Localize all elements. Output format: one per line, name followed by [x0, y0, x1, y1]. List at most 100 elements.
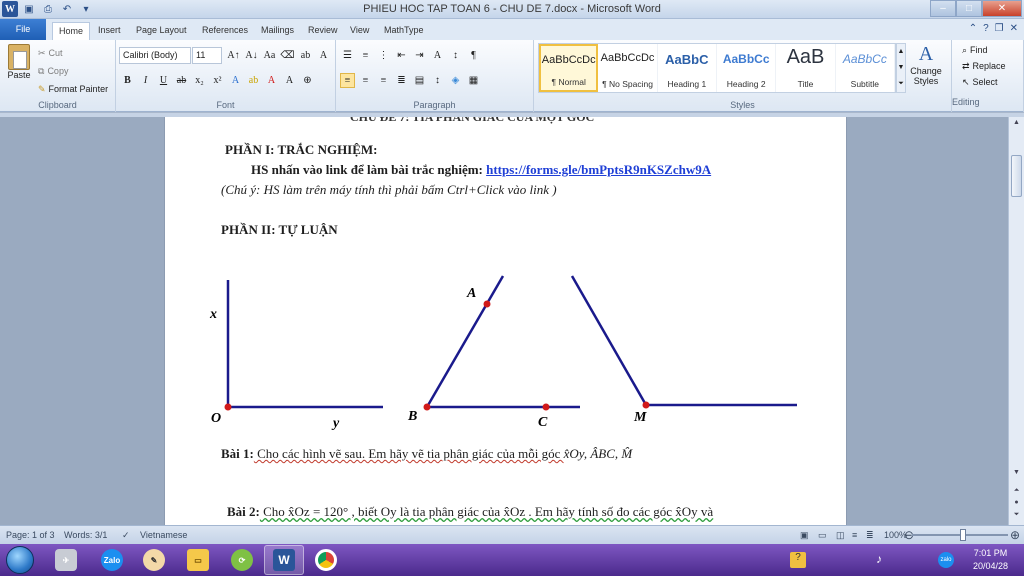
font-color-icon[interactable]: A	[264, 73, 279, 88]
tab-review[interactable]: Review	[302, 22, 344, 40]
page-count[interactable]: Page: 1 of 3	[6, 530, 55, 540]
grow-font-icon[interactable]: A↑	[226, 48, 241, 63]
help-icon[interactable]: ?	[983, 23, 989, 34]
font-name-select[interactable]: Calibri (Body)	[119, 47, 191, 64]
align-left-icon[interactable]: ≡	[340, 73, 355, 88]
print-layout-icon[interactable]: ▣	[800, 530, 809, 541]
style-heading-1[interactable]: AaBbC Heading 1	[658, 44, 718, 92]
minimize-button[interactable]: –	[930, 0, 956, 17]
multilevel-list-icon[interactable]: ⋮	[376, 48, 391, 63]
doc-close-icon[interactable]: ✕	[1010, 23, 1018, 34]
bullets-icon[interactable]: ☰	[340, 48, 355, 63]
sort-icon[interactable]: ↕	[448, 48, 463, 63]
subscript-icon[interactable]: x₂	[192, 73, 207, 88]
change-styles-button[interactable]: A Change Styles	[906, 43, 946, 86]
ray-m-upper	[570, 275, 648, 406]
taskbar-app-chrome[interactable]	[306, 545, 346, 575]
web-layout-icon[interactable]: ◫	[836, 530, 845, 541]
tab-view[interactable]: View	[344, 22, 375, 40]
copy-button[interactable]: ⧉ Copy	[38, 62, 108, 80]
scroll-down-icon[interactable]: ▼	[1011, 469, 1022, 480]
find-button[interactable]: ⌕ Find	[962, 42, 1023, 58]
clear-format-icon[interactable]: ⌫	[280, 48, 295, 63]
browse-object-icon[interactable]: ●	[1011, 499, 1022, 510]
close-button[interactable]: ✕	[982, 0, 1022, 17]
scroll-up-icon[interactable]: ▲	[1011, 119, 1022, 130]
word-count[interactable]: Words: 3/1	[64, 530, 107, 540]
shrink-font-icon[interactable]: A↓	[244, 48, 259, 63]
taskbar-app-folder[interactable]: ▭	[178, 545, 218, 575]
outline-icon[interactable]: ≡	[852, 530, 857, 540]
taskbar-app-zalo[interactable]: Zalo	[92, 545, 132, 575]
borders-icon[interactable]: ▦	[466, 73, 481, 88]
enclose-char-icon[interactable]: ⊕	[300, 73, 315, 88]
document-page[interactable]: CHỦ ĐỀ 7: TIA PHÂN GIÁC CỦA MỘT GÓC PHẦN…	[164, 117, 847, 525]
strikethrough-icon[interactable]: ab	[174, 73, 189, 88]
minimize-ribbon-icon[interactable]: ⌃	[969, 23, 977, 34]
clock[interactable]: 7:01 PM 20/04/28	[973, 547, 1008, 573]
shading-icon[interactable]: ◈	[448, 73, 463, 88]
vertical-scrollbar[interactable]: ▲ ▼ ⏶ ● ⏷	[1008, 117, 1024, 525]
line-spacing-icon[interactable]: ↕	[430, 73, 445, 88]
start-button[interactable]	[6, 546, 34, 574]
increase-indent-icon[interactable]: ⇥	[412, 48, 427, 63]
scroll-thumb[interactable]	[1011, 155, 1022, 197]
change-case-icon[interactable]: Aa	[262, 48, 277, 63]
style-no-spacing[interactable]: AaBbCcDc ¶ No Spacing	[598, 44, 658, 92]
distributed-icon[interactable]: ▤	[412, 73, 427, 88]
asian-layout-icon[interactable]: A	[430, 48, 445, 63]
draft-icon[interactable]: ≣	[866, 530, 874, 541]
tab-page-layout[interactable]: Page Layout	[130, 22, 193, 40]
taskbar-app-word[interactable]: W	[264, 545, 304, 575]
full-screen-icon[interactable]: ▭	[818, 530, 827, 541]
zoom-in-icon[interactable]: ⊕	[1010, 528, 1020, 542]
select-button[interactable]: ↖ Select	[962, 74, 1023, 90]
style-gallery-scroll[interactable]: ▲ ▼ ⏷	[896, 43, 906, 93]
tab-references[interactable]: References	[196, 22, 254, 40]
quiz-link[interactable]: https://forms.gle/bmPptsR9nKSZchw9A	[486, 162, 711, 177]
format-painter-button[interactable]: ✎ Format Painter	[38, 80, 108, 98]
zoom-slider-knob[interactable]	[960, 529, 966, 541]
tab-insert[interactable]: Insert	[92, 22, 127, 40]
restore-icon[interactable]: ❐	[995, 23, 1004, 34]
text-effects-icon[interactable]: A	[228, 73, 243, 88]
tab-mathtype[interactable]: MathType	[378, 22, 430, 40]
taskbar-app-green[interactable]: ⟳	[222, 545, 262, 575]
word-icon: W	[273, 549, 295, 571]
prev-page-icon[interactable]: ⏶	[1011, 487, 1022, 498]
align-right-icon[interactable]: ≡	[376, 73, 391, 88]
superscript-icon[interactable]: x²	[210, 73, 225, 88]
underline-icon[interactable]: U	[156, 73, 171, 88]
help-tray-icon[interactable]: ?	[790, 552, 806, 568]
align-center-icon[interactable]: ≡	[358, 73, 373, 88]
style-subtitle[interactable]: AaBbCc Subtitle	[836, 44, 895, 92]
cut-button[interactable]: ✂ Cut	[38, 44, 108, 62]
taskbar-app-0[interactable]: ✈	[46, 545, 86, 575]
show-marks-icon[interactable]: ¶	[466, 48, 481, 63]
maximize-button[interactable]: □	[956, 0, 982, 17]
proofing-icon[interactable]: ✓	[122, 530, 130, 541]
next-page-icon[interactable]: ⏷	[1011, 511, 1022, 522]
volume-icon[interactable]: ♪	[876, 552, 882, 566]
zalo-tray-icon[interactable]: zalo	[938, 552, 954, 568]
bold-icon[interactable]: B	[120, 73, 135, 88]
language[interactable]: Vietnamese	[140, 530, 187, 540]
char-border-icon[interactable]: A	[316, 48, 331, 63]
taskbar-app-paint[interactable]: ✎	[134, 545, 174, 575]
highlight-icon[interactable]: ab	[246, 73, 261, 88]
italic-icon[interactable]: I	[138, 73, 153, 88]
numbering-icon[interactable]: ≡	[358, 48, 373, 63]
paste-button[interactable]: Paste	[6, 44, 32, 80]
style-title[interactable]: AaB Title	[776, 44, 836, 92]
tab-mailings[interactable]: Mailings	[255, 22, 300, 40]
decrease-indent-icon[interactable]: ⇤	[394, 48, 409, 63]
char-shading-icon[interactable]: A	[282, 73, 297, 88]
style-heading-2[interactable]: AaBbCc Heading 2	[717, 44, 777, 92]
tab-home[interactable]: Home	[52, 22, 91, 40]
replace-button[interactable]: ⇄ Replace	[962, 58, 1023, 74]
font-size-select[interactable]: 11	[192, 47, 222, 64]
style-normal[interactable]: AaBbCcDc ¶ Normal	[539, 44, 599, 92]
phonetic-icon[interactable]: ab	[298, 48, 313, 63]
justify-icon[interactable]: ≣	[394, 73, 409, 88]
tab-file[interactable]: File	[0, 19, 46, 40]
